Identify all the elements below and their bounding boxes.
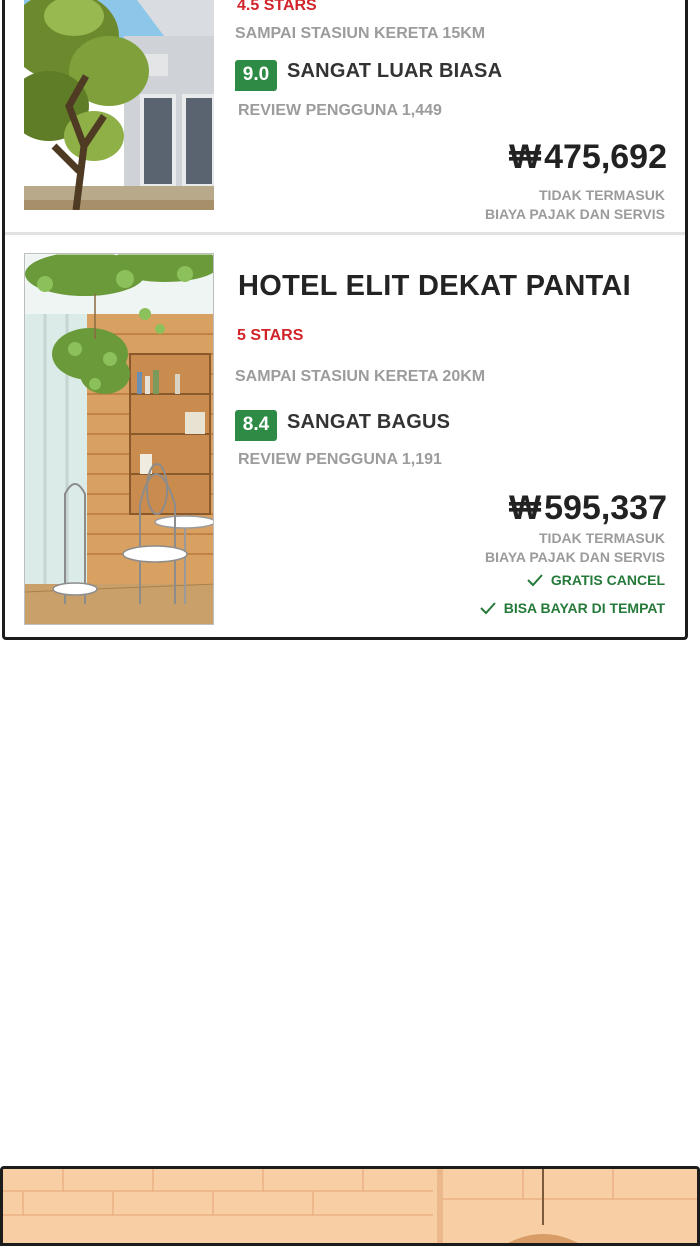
perk-label: GRATIS CANCEL [550, 572, 665, 588]
currency-symbol: ₩ [509, 489, 542, 527]
price: ₩ 595,337 [509, 489, 667, 528]
review-score-row: 9.0 SANGAT LUAR BIASA [235, 58, 502, 92]
hotel-listing-card[interactable]: HOTEL ELIT DEKAT PANTAI 5 STARS SAMPAI S… [5, 236, 685, 637]
hotel-info: HOTEL ELIT DEKAT PANTAI 5 STARS SAMPAI S… [235, 236, 671, 637]
tax-note: TIDAK TERMASUK BIAYA PAJAK DAN SERVIS [485, 529, 665, 567]
check-icon [480, 602, 496, 615]
hotel-listing-card[interactable]: 4.5 STARS SAMPAI STASIUN KERETA 15KM 9.0… [5, 0, 685, 232]
station-distance: SAMPAI STASIUN KERETA 15KM [235, 25, 486, 42]
star-rating: 4.5 STARS [237, 0, 317, 14]
hotel-photo[interactable] [24, 0, 214, 210]
tax-note: TIDAK TERMASUK BIAYA PAJAK DAN SERVIS [485, 186, 665, 224]
tax-note-line: BIAYA PAJAK DAN SERVIS [485, 549, 665, 565]
hotel-info: 4.5 STARS SAMPAI STASIUN KERETA 15KM 9.0… [235, 0, 671, 232]
card-divider [5, 232, 685, 235]
hotel-name[interactable]: HOTEL ELIT DEKAT PANTAI [238, 270, 631, 303]
perk-pay-at-property: BISA BAYAR DI TEMPAT [480, 600, 665, 616]
perk-label: BISA BAYAR DI TEMPAT [503, 600, 665, 616]
hotel-photo[interactable] [24, 253, 214, 625]
score-label: SANGAT BAGUS [287, 411, 451, 433]
hotel-results-panel: 4.5 STARS SAMPAI STASIUN KERETA 15KM 9.0… [2, 0, 688, 640]
score-badge: 8.4 [235, 409, 277, 441]
price-amount: 475,692 [544, 138, 667, 176]
tax-note-line: BIAYA PAJAK DAN SERVIS [485, 206, 665, 222]
price-amount: 595,337 [544, 489, 667, 527]
station-distance: SAMPAI STASIUN KERETA 20KM [235, 368, 486, 385]
tax-note-line: TIDAK TERMASUK [539, 187, 665, 203]
review-count[interactable]: REVIEW PENGGUNA 1,191 [238, 451, 442, 469]
next-scene-panel [0, 1166, 700, 1246]
hotel-photo-illustration [24, 0, 214, 210]
tax-note-line: TIDAK TERMASUK [539, 530, 665, 546]
review-count[interactable]: REVIEW PENGGUNA 1,449 [238, 102, 442, 120]
check-icon [527, 574, 543, 587]
perk-free-cancel: GRATIS CANCEL [527, 572, 665, 588]
star-rating: 5 STARS [237, 327, 304, 344]
score-label: SANGAT LUAR BIASA [287, 59, 503, 82]
next-scene-illustration [3, 1169, 697, 1243]
score-badge: 9.0 [235, 59, 277, 91]
currency-symbol: ₩ [509, 138, 542, 176]
hotel-photo-illustration [25, 254, 213, 624]
price: ₩ 475,692 [509, 138, 667, 177]
review-score-row: 8.4 SANGAT BAGUS [235, 408, 450, 442]
